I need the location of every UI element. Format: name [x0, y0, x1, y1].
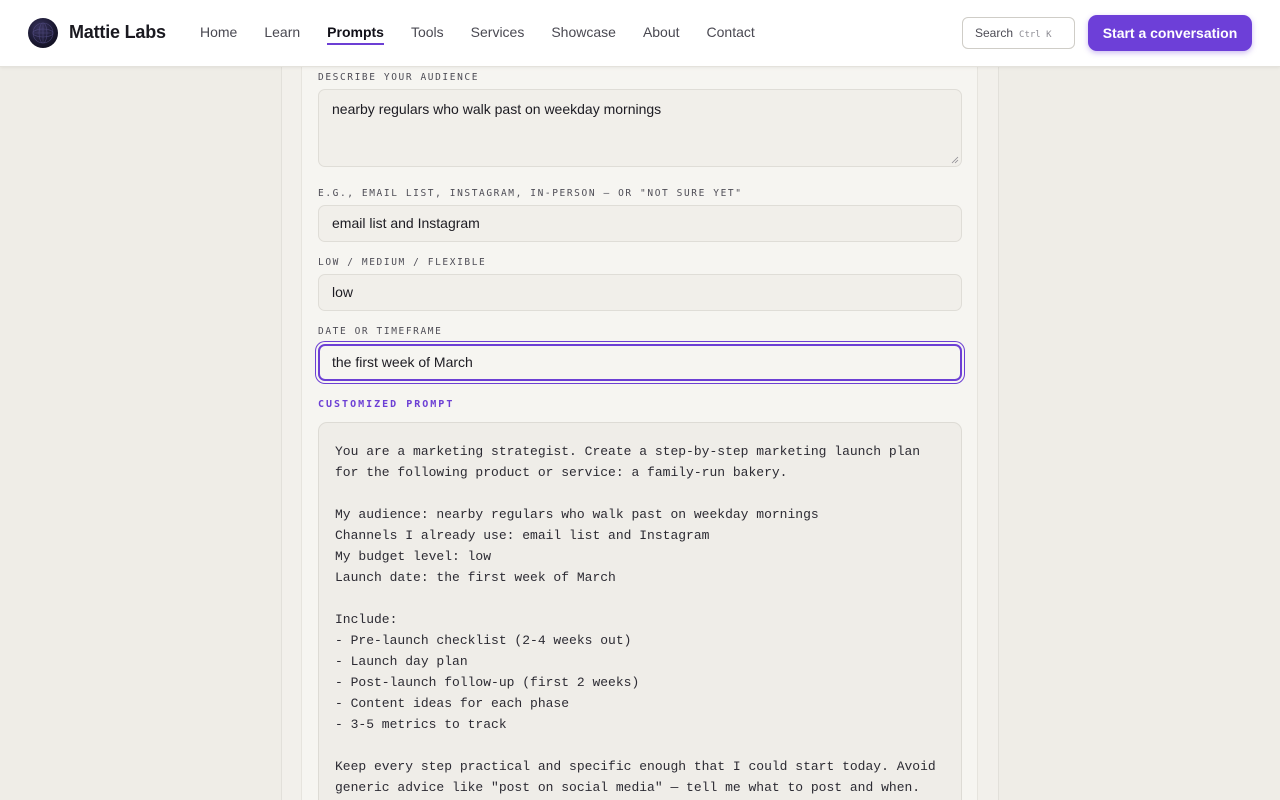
nav-item-learn[interactable]: Learn [264, 24, 300, 45]
budget-label: Low / Medium / Flexible [318, 257, 487, 268]
customized-prompt-title: CUSTOMIZED PROMPT [318, 399, 455, 410]
launch-date-label: Date or timeframe [318, 326, 443, 337]
search-shortcut: Ctrl K [1019, 30, 1052, 40]
nav-item-services[interactable]: Services [471, 24, 525, 45]
nav-item-home[interactable]: Home [200, 24, 237, 45]
nav-item-showcase[interactable]: Showcase [551, 24, 616, 45]
search-button[interactable]: Search Ctrl K [962, 17, 1075, 49]
start-conversation-button[interactable]: Start a conversation [1088, 15, 1252, 51]
audience-textarea[interactable]: nearby regulars who walk past on weekday… [318, 89, 962, 167]
brand-name[interactable]: Mattie Labs [69, 22, 166, 43]
nav-item-contact[interactable]: Contact [707, 24, 755, 45]
logo-mark-icon[interactable] [28, 18, 58, 48]
launch-date-value: the first week of March [332, 354, 473, 370]
channels-value: email list and Instagram [332, 215, 480, 231]
search-label: Search [975, 26, 1014, 40]
main-nav: Home Learn Prompts Tools Services Showca… [200, 24, 782, 45]
nav-item-tools[interactable]: Tools [411, 24, 444, 45]
nav-item-about[interactable]: About [643, 24, 680, 45]
channels-label: e.g., email list, Instagram, in-person —… [318, 188, 743, 199]
customized-prompt-output[interactable]: You are a marketing strategist. Create a… [318, 422, 962, 800]
resize-handle-icon[interactable] [951, 156, 959, 164]
channels-input[interactable]: email list and Instagram [318, 205, 962, 242]
launch-date-input[interactable]: the first week of March [318, 344, 962, 381]
site-header: Mattie Labs Home Learn Prompts Tools Ser… [0, 0, 1280, 67]
nav-item-prompts[interactable]: Prompts [327, 24, 384, 45]
budget-value: low [332, 284, 354, 300]
audience-value: nearby regulars who walk past on weekday… [332, 101, 662, 117]
audience-label: Describe your audience [318, 72, 480, 83]
budget-input[interactable]: low [318, 274, 962, 311]
